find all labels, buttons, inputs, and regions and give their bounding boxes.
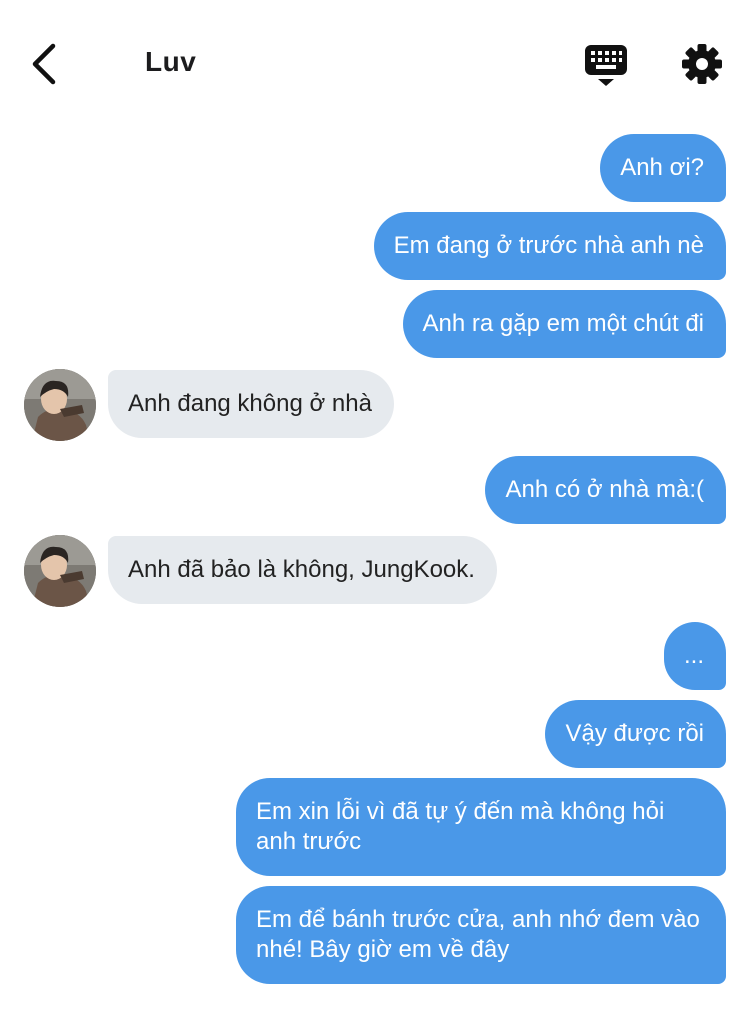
message-bubble-outgoing: Anh có ở nhà mà:( [485,456,726,524]
message-bubble-incoming: Anh đang không ở nhà [108,370,394,438]
message-bubble-incoming: Anh đã bảo là không, JungKook. [108,536,497,604]
avatar [24,369,96,441]
message-bubble-outgoing: Em để bánh trước cửa, anh nhớ đem vào nh… [236,886,726,984]
contact-avatar-image [24,535,96,607]
message-bubble-outgoing: Em đang ở trước nhà anh nè [373,212,726,280]
message-bubble-outgoing: ... [663,622,726,690]
contact-avatar-image [24,369,96,441]
message-bubble-outgoing: Anh ra gặp em một chút đi [402,290,726,358]
message-bubble-outgoing: Em xin lỗi vì đã tự ý đến mà không hỏi a… [236,778,726,876]
avatar [24,535,96,607]
message-bubble-outgoing: Vậy được rồi [545,700,726,768]
message-bubble-outgoing: Anh ơi? [600,134,726,202]
message-list: Anh ơi? Em đang ở trước nhà anh nè Anh r… [0,0,750,1022]
